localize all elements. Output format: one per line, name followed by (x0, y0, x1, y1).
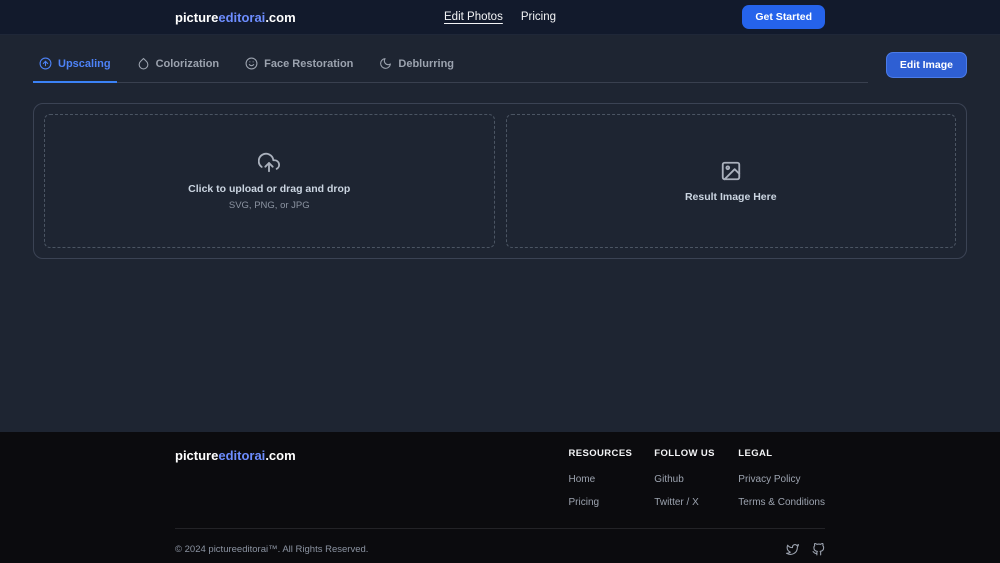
header: pictureeditorai.com Edit Photos Pricing … (0, 0, 1000, 35)
editor-card: Click to upload or drag and drop SVG, PN… (33, 103, 967, 259)
edit-image-button[interactable]: Edit Image (885, 52, 967, 78)
footer-link-home[interactable]: Home (569, 474, 633, 485)
arrow-up-circle-icon (39, 57, 52, 70)
tab-upscaling[interactable]: Upscaling (33, 47, 117, 83)
footer-link-twitter[interactable]: Twitter / X (654, 497, 716, 508)
twitter-icon[interactable] (786, 543, 799, 556)
footer: pictureeditorai.com RESOURCES Home Prici… (0, 432, 1000, 563)
header-container: pictureeditorai.com Edit Photos Pricing … (175, 0, 825, 34)
footer-column-legal: LEGAL Privacy Policy Terms & Conditions (738, 448, 825, 508)
nav-link-edit-photos[interactable]: Edit Photos (444, 11, 503, 23)
logo-part-1: picture (175, 9, 219, 25)
result-label: Result Image Here (684, 190, 777, 203)
tab-label: Upscaling (58, 57, 111, 70)
nav-link-pricing[interactable]: Pricing (521, 11, 556, 23)
main-nav: Edit Photos Pricing (444, 11, 556, 23)
tab-colorization[interactable]: Colorization (131, 47, 226, 82)
footer-container: pictureeditorai.com RESOURCES Home Prici… (175, 448, 825, 563)
footer-column-follow-us: FOLLOW US Github Twitter / X (654, 448, 716, 508)
footer-link-privacy-policy[interactable]: Privacy Policy (738, 474, 825, 485)
tabs-row: Upscaling Colorization Face Restoration … (33, 47, 967, 83)
footer-logo[interactable]: pictureeditorai.com (175, 448, 296, 463)
social-icons (786, 543, 825, 556)
logo-part-3: .com (265, 448, 296, 463)
tab-face-restoration[interactable]: Face Restoration (239, 47, 359, 82)
result-panel: Result Image Here (505, 114, 956, 248)
footer-column-title: LEGAL (738, 448, 773, 459)
moon-icon (379, 57, 392, 70)
footer-link-pricing[interactable]: Pricing (569, 497, 633, 508)
tool-tabs: Upscaling Colorization Face Restoration … (33, 47, 868, 83)
footer-column-resources: RESOURCES Home Pricing (569, 448, 633, 508)
upload-title: Click to upload or drag and drop (188, 182, 351, 195)
logo-part-3: .com (265, 9, 296, 25)
logo-part-1: picture (175, 448, 219, 463)
copyright-text: © 2024 pictureeditorai™. All Rights Rese… (175, 544, 369, 555)
footer-column-title: FOLLOW US (654, 448, 715, 459)
footer-link-terms[interactable]: Terms & Conditions (738, 497, 825, 508)
tab-label: Colorization (155, 57, 220, 70)
tab-label: Deblurring (398, 57, 455, 70)
smile-icon (245, 57, 258, 70)
main-content: Upscaling Colorization Face Restoration … (0, 35, 1000, 432)
footer-link-github[interactable]: Github (654, 474, 716, 485)
logo-part-2: editorai (218, 9, 266, 25)
logo-part-2: editorai (218, 448, 266, 463)
site-logo[interactable]: pictureeditorai.com (175, 10, 296, 25)
upload-cloud-icon (258, 152, 281, 178)
footer-top: pictureeditorai.com RESOURCES Home Prici… (175, 448, 825, 508)
footer-columns: RESOURCES Home Pricing FOLLOW US Github … (569, 448, 825, 508)
tab-label: Face Restoration (264, 57, 354, 70)
image-icon (720, 160, 742, 186)
github-icon[interactable] (812, 543, 825, 556)
footer-bottom: © 2024 pictureeditorai™. All Rights Rese… (175, 529, 825, 563)
tab-deblurring[interactable]: Deblurring (373, 47, 460, 82)
upload-subtitle: SVG, PNG, or JPG (228, 199, 310, 211)
get-started-button[interactable]: Get Started (742, 5, 825, 29)
droplet-icon (137, 57, 150, 70)
upload-dropzone[interactable]: Click to upload or drag and drop SVG, PN… (44, 114, 495, 248)
footer-column-title: RESOURCES (568, 448, 633, 459)
